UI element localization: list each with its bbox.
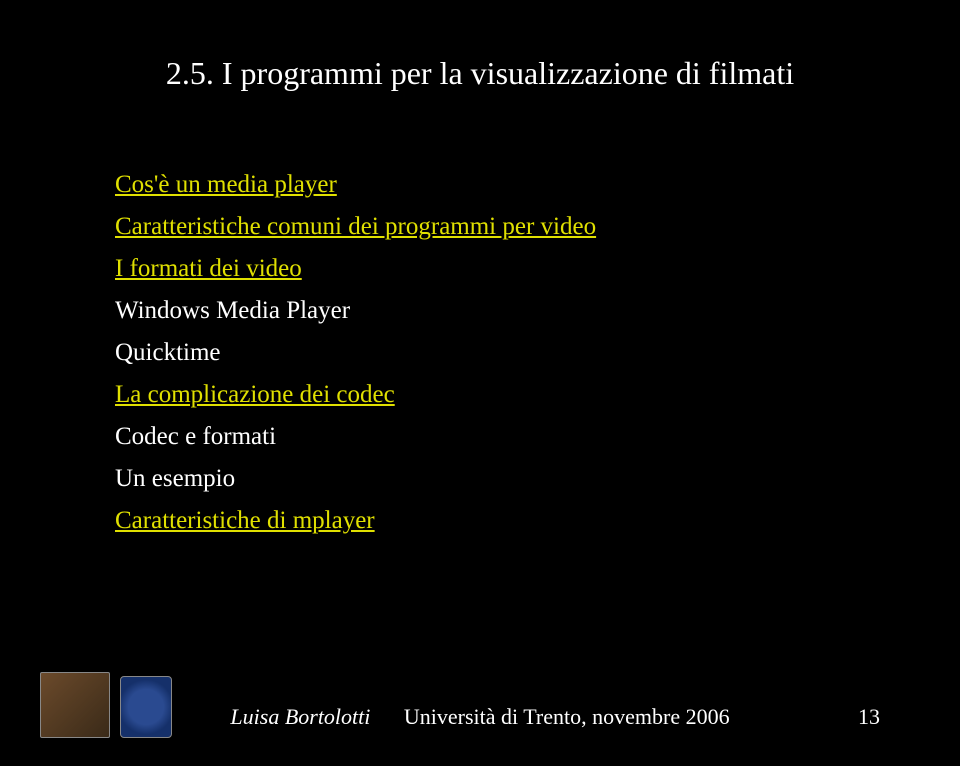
item-text: Codec e formati bbox=[115, 423, 276, 450]
list-item[interactable]: I formati dei video bbox=[115, 249, 596, 289]
list-item: Codec e formati bbox=[115, 417, 596, 457]
list-item[interactable]: La complicazione dei codec bbox=[115, 375, 596, 415]
list-item: Un esempio bbox=[115, 459, 596, 499]
item-text: Windows Media Player bbox=[115, 297, 350, 324]
item-link[interactable]: Caratteristiche di mplayer bbox=[115, 507, 375, 534]
item-link[interactable]: Cos'è un media player bbox=[115, 171, 337, 198]
page-number: 13 bbox=[858, 704, 880, 730]
item-text: Quicktime bbox=[115, 339, 221, 366]
item-link[interactable]: La complicazione dei codec bbox=[115, 381, 395, 408]
item-link[interactable]: I formati dei video bbox=[115, 255, 302, 282]
list-item[interactable]: Caratteristiche comuni dei programmi per… bbox=[115, 207, 596, 247]
slide-title: 2.5. I programmi per la visualizzazione … bbox=[0, 55, 960, 92]
item-link[interactable]: Caratteristiche comuni dei programmi per… bbox=[115, 213, 596, 240]
list-item: Windows Media Player bbox=[115, 291, 596, 331]
footer-author: Luisa Bortolotti bbox=[230, 704, 370, 729]
list-item[interactable]: Caratteristiche di mplayer bbox=[115, 501, 596, 541]
slide: 2.5. I programmi per la visualizzazione … bbox=[0, 0, 960, 766]
footer-affiliation: Università di Trento, novembre 2006 bbox=[404, 704, 730, 729]
list-item[interactable]: Cos'è un media player bbox=[115, 165, 596, 205]
footer-text: Luisa Bortolotti Università di Trento, n… bbox=[0, 704, 960, 730]
item-text: Un esempio bbox=[115, 465, 235, 492]
list-item: Quicktime bbox=[115, 333, 596, 373]
content-list: Cos'è un media player Caratteristiche co… bbox=[115, 165, 596, 543]
